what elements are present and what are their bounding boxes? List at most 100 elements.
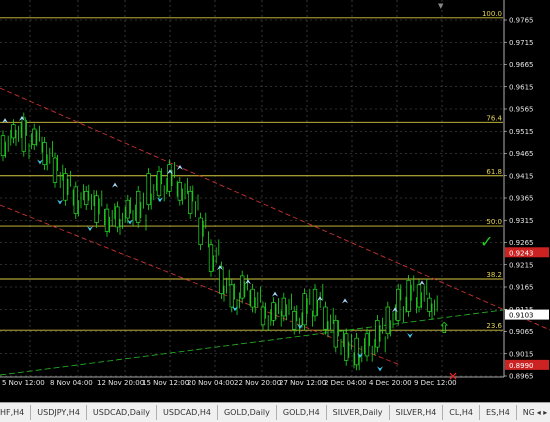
candle-body	[229, 284, 234, 308]
price-box-lower: 0.8990	[509, 362, 534, 370]
time-axis-label: 20 Nov 04:00	[187, 379, 234, 387]
candle-body	[115, 206, 120, 228]
price-axis-label: 0.9215	[509, 261, 534, 269]
chart-tab[interactable]: ES,H4	[480, 405, 517, 420]
candle-body	[271, 302, 276, 321]
scroll-marker-icon[interactable]: ▼	[438, 2, 444, 10]
candle-body	[84, 190, 89, 206]
price-axis-label: 0.9665	[509, 61, 534, 69]
time-axis-label: 27 Nov 12:00	[279, 379, 326, 387]
price-axis-label: 0.8965	[509, 373, 534, 381]
signal-arrow-down	[377, 366, 383, 372]
signal-icons: ✓ ✕ ⇧ ▼	[438, 2, 493, 383]
chart-tab[interactable]: USDCAD,H4	[157, 405, 218, 420]
candle-body	[385, 306, 390, 335]
signal-arrow-up	[112, 182, 118, 188]
price-axis-label: 0.9015	[509, 350, 534, 358]
candle-body	[281, 297, 286, 317]
time-axis-label: 4 Dec 20:00	[369, 379, 412, 387]
candle-body	[323, 306, 328, 330]
candle-body	[250, 288, 255, 308]
fib-label: 38.2	[486, 271, 502, 279]
candle-body	[188, 190, 193, 214]
candle-body	[104, 208, 110, 232]
current-price-box: 0.9103	[509, 312, 534, 320]
chart-tab[interactable]: SILVER,H4	[390, 405, 444, 420]
cross-icon: ✕	[448, 369, 458, 383]
candle-body	[0, 135, 6, 157]
signal-arrow-up	[419, 280, 425, 286]
signal-arrows	[2, 115, 425, 372]
candle-body	[260, 306, 266, 326]
price-axis-label: 0.9715	[509, 39, 534, 47]
chart-tab[interactable]: USDCAD,Daily	[87, 405, 158, 420]
candle-body	[177, 182, 182, 201]
signal-arrow-up	[272, 291, 278, 297]
candle-body	[416, 284, 422, 308]
check-icon: ✓	[480, 232, 493, 251]
price-axis-label: 0.9565	[509, 106, 534, 114]
candle-body	[406, 279, 411, 312]
tab-scroll-arrows[interactable]: ◂ ▸	[534, 403, 550, 422]
candle-body	[333, 320, 338, 348]
chart-tab[interactable]: HF,H4	[0, 405, 32, 420]
up-arrow-icon: ⇧	[438, 319, 451, 337]
candle-body	[219, 266, 224, 295]
candle-body	[167, 164, 172, 192]
chart-tab-bar: HF,H4 USDJPY,H4 USDCAD,Daily USDCAD,H4 GOLD,…	[0, 402, 550, 422]
time-axis-label: 22 Nov 20:00	[234, 379, 281, 387]
fib-label: 23.6	[486, 322, 502, 330]
candle-body	[11, 124, 16, 139]
candle-body	[375, 320, 380, 348]
signal-arrow-down	[407, 332, 413, 338]
chart-area[interactable]: 100.0 76.4 61.8 50.0 38.2 23.6 0.9765 0.9715 0.…	[0, 0, 550, 401]
candle-body	[364, 333, 370, 357]
candle-body	[156, 170, 162, 197]
trend-line	[0, 309, 504, 376]
candle-body	[240, 275, 245, 299]
candle-body	[125, 199, 130, 219]
candle-body	[21, 117, 26, 152]
chart-tab[interactable]: GOLD,Daily	[218, 405, 277, 420]
price-axis-label: 0.9515	[509, 128, 534, 136]
candle-body	[354, 337, 359, 366]
chart-tab[interactable]: CL,H4	[443, 405, 480, 420]
candle-body	[292, 311, 297, 330]
chart-tab[interactable]: SILVER,Daily	[327, 405, 390, 420]
signal-arrow-up	[342, 298, 348, 304]
fib-label: 61.8	[486, 168, 502, 176]
price-axis-label: 0.9615	[509, 83, 534, 91]
price-axis-label: 0.9065	[509, 328, 534, 336]
fibonacci-levels: 100.0 76.4 61.8 50.0 38.2 23.6	[0, 10, 503, 331]
candle-body	[396, 288, 401, 321]
candle-body	[312, 288, 318, 317]
candle-body	[73, 186, 78, 214]
fib-label: 100.0	[482, 10, 502, 18]
candle-body	[136, 190, 141, 223]
axes: 0.9765 0.9715 0.9665 0.9615 0.9565 0.9515 0.94…	[0, 0, 549, 387]
candle-body	[63, 173, 68, 201]
candle-body	[302, 293, 307, 326]
time-axis-label: 15 Nov 12:00	[142, 379, 189, 387]
price-axis-label: 0.9465	[509, 150, 534, 158]
fib-label: 50.0	[486, 218, 502, 226]
price-axis-label: 0.9315	[509, 217, 534, 225]
candle-body	[94, 195, 99, 223]
price-axis-label: 0.9165	[509, 284, 534, 292]
price-axis-label: 0.9265	[509, 239, 534, 247]
candle-body	[427, 297, 432, 312]
candle-body	[42, 142, 47, 165]
signal-arrow-down	[57, 199, 63, 205]
candle-body	[198, 217, 203, 246]
chart-tab[interactable]: USDJPY,H4	[31, 405, 87, 420]
candle-body	[146, 173, 151, 206]
price-box-upper: 0.9243	[509, 249, 534, 257]
signal-arrow-up	[245, 279, 251, 285]
price-chart[interactable]: 100.076.461.850.038.223.6 0.97650.97150.…	[0, 0, 550, 401]
chart-tab[interactable]: GOLD,H4	[277, 405, 327, 420]
fib-label: 76.4	[486, 114, 502, 122]
price-axis-label: 0.9765	[509, 17, 534, 25]
time-axis-label: 12 Nov 20:00	[97, 379, 144, 387]
signal-arrow-down	[87, 226, 93, 232]
candle-body	[52, 157, 58, 183]
